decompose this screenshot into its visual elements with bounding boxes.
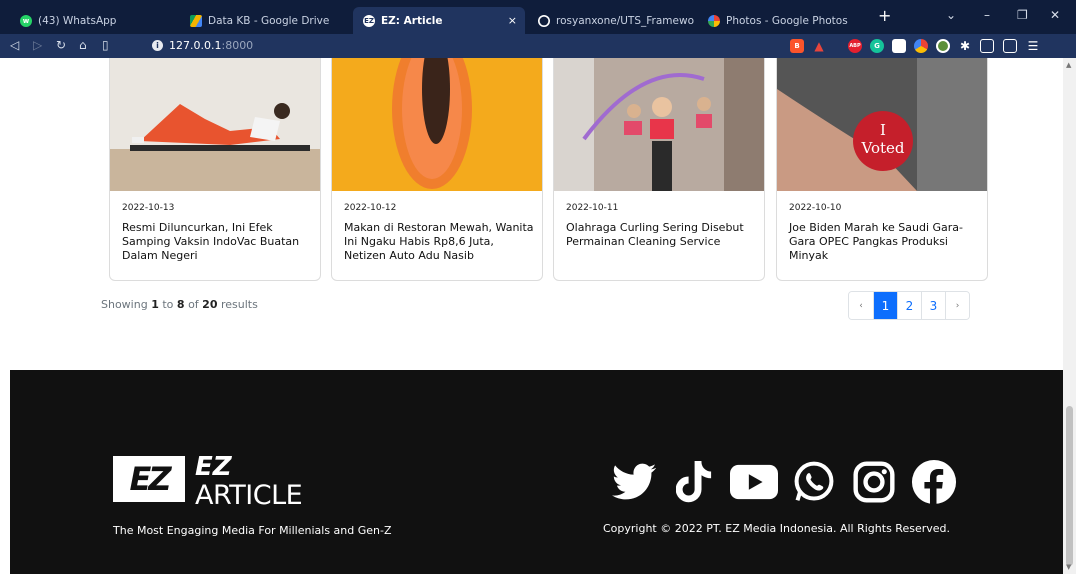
site-footer: EZ EZ ARTICLE The Most Engaging Media Fo… (10, 370, 1063, 574)
page-1-button[interactable]: 1 (873, 292, 897, 319)
close-tab-icon[interactable]: × (508, 14, 517, 27)
ez-logo-mark[interactable]: EZ (113, 456, 185, 502)
results-summary: Showing 1 to 8 of 20 results (101, 298, 258, 311)
logo-text-ez: EZ (195, 452, 232, 482)
google-drive-icon (190, 14, 202, 27)
adblock-icon[interactable]: ABP (848, 39, 862, 53)
whatsapp-icon[interactable] (790, 458, 838, 506)
tiktok-icon[interactable] (670, 458, 718, 506)
article-card[interactable]: 2022-10-11 Olahraga Curling Sering Diseb… (553, 58, 765, 281)
google-photos-icon (708, 14, 720, 27)
forward-icon[interactable]: ▷ (33, 38, 42, 52)
brave-rewards-icon[interactable]: ▲ (812, 39, 826, 53)
article-card[interactable]: I Voted 2022-10-10 Joe Biden Marah ke Sa… (776, 58, 988, 281)
page-scrollbar[interactable]: ▲ ▼ (1063, 58, 1076, 574)
tab-google-photos[interactable]: Photos - Google Photos (698, 7, 864, 34)
tab-ez-article[interactable]: EZ EZ: Article × (353, 7, 525, 34)
color-extension-icon[interactable] (914, 39, 928, 53)
article-date: 2022-10-13 (122, 203, 175, 213)
reload-icon[interactable]: ↻ (56, 38, 66, 52)
tab-label: Photos - Google Photos (726, 14, 848, 27)
article-image: I Voted (777, 58, 987, 191)
facebook-icon[interactable] (910, 458, 958, 506)
ez-article-icon: EZ (363, 14, 375, 27)
browser-tab-bar: w (43) WhatsApp Data KB - Google Drive E… (0, 0, 1076, 34)
tab-label: Data KB - Google Drive (208, 14, 330, 27)
twitter-icon[interactable] (610, 458, 658, 506)
tab-github[interactable]: rosyanxone/UTS_Framework (528, 7, 694, 34)
document-extension-icon[interactable] (892, 39, 906, 53)
address-bar[interactable]: i 127.0.0.1:8000 (152, 39, 253, 52)
whatsapp-icon: w (20, 14, 32, 27)
tab-label: (43) WhatsApp (38, 14, 117, 27)
page-2-button[interactable]: 2 (897, 292, 921, 319)
article-date: 2022-10-10 (789, 203, 842, 213)
tab-google-drive[interactable]: Data KB - Google Drive (180, 7, 346, 34)
article-card[interactable]: 2022-10-13 Resmi Diluncurkan, Ini Efek S… (109, 58, 321, 281)
scroll-down-icon[interactable]: ▼ (1066, 563, 1071, 571)
article-image (332, 58, 542, 191)
tab-label: EZ: Article (381, 14, 443, 27)
tab-label: rosyanxone/UTS_Framework (556, 14, 694, 27)
close-window-icon[interactable]: ✕ (1050, 8, 1060, 22)
article-title[interactable]: Makan di Restoran Mewah, Wanita Ini Ngak… (344, 221, 536, 263)
bookmark-icon[interactable]: ▯ (102, 38, 109, 52)
tab-whatsapp[interactable]: w (43) WhatsApp (10, 7, 170, 34)
scrollbar-thumb[interactable] (1066, 406, 1073, 566)
url-host: 127.0.0.1 (169, 39, 222, 52)
github-icon (538, 14, 550, 27)
tab-search-icon[interactable]: ⌄ (946, 8, 956, 22)
pagination: ‹ 1 2 3 › (848, 291, 970, 320)
page-3-button[interactable]: 3 (921, 292, 945, 319)
logo-text-article: ARTICLE (195, 480, 303, 511)
home-icon[interactable]: ⌂ (79, 38, 87, 52)
instagram-icon[interactable] (850, 458, 898, 506)
youtube-icon[interactable] (730, 458, 778, 506)
site-info-icon[interactable]: i (152, 40, 163, 51)
brave-shield-icon[interactable]: B (790, 39, 804, 53)
article-date: 2022-10-11 (566, 203, 619, 213)
new-tab-button[interactable]: + (878, 6, 891, 25)
article-title[interactable]: Joe Biden Marah ke Saudi Gara-Gara OPEC … (789, 221, 981, 263)
grammarly-icon[interactable]: G (870, 39, 884, 53)
profile-avatar-icon[interactable] (936, 39, 950, 53)
article-date: 2022-10-12 (344, 203, 397, 213)
article-title[interactable]: Olahraga Curling Sering Disebut Permaina… (566, 221, 758, 249)
extensions-puzzle-icon[interactable]: ✱ (958, 39, 972, 53)
url-port: :8000 (221, 39, 254, 52)
back-icon[interactable]: ◁ (10, 38, 19, 52)
footer-copyright: Copyright © 2022 PT. EZ Media Indonesia.… (603, 522, 950, 535)
sticker-text-line2: Voted (861, 139, 905, 157)
article-title[interactable]: Resmi Diluncurkan, Ini Efek Samping Vaks… (122, 221, 314, 263)
sidebar-icon[interactable] (980, 39, 994, 53)
article-card[interactable]: 2022-10-12 Makan di Restoran Mewah, Wani… (331, 58, 543, 281)
menu-icon[interactable]: ☰ (1026, 39, 1040, 53)
minimize-icon[interactable]: – (984, 8, 990, 22)
article-image (110, 58, 320, 191)
footer-tagline: The Most Engaging Media For Millenials a… (113, 524, 392, 537)
restore-icon[interactable]: ❐ (1017, 8, 1028, 22)
browser-toolbar: ◁ ▷ ↻ ⌂ ▯ i 127.0.0.1:8000 B ▲ ABP G ✱ ☰ (0, 34, 1076, 58)
social-links (610, 458, 958, 506)
page-viewport: 2022-10-13 Resmi Diluncurkan, Ini Efek S… (10, 58, 1063, 574)
next-page-button[interactable]: › (945, 292, 969, 319)
sticker-text-line1: I (880, 121, 886, 139)
prev-page-button[interactable]: ‹ (849, 292, 873, 319)
wallet-icon[interactable] (1003, 39, 1017, 53)
article-image (554, 58, 764, 191)
scroll-up-icon[interactable]: ▲ (1066, 61, 1071, 69)
